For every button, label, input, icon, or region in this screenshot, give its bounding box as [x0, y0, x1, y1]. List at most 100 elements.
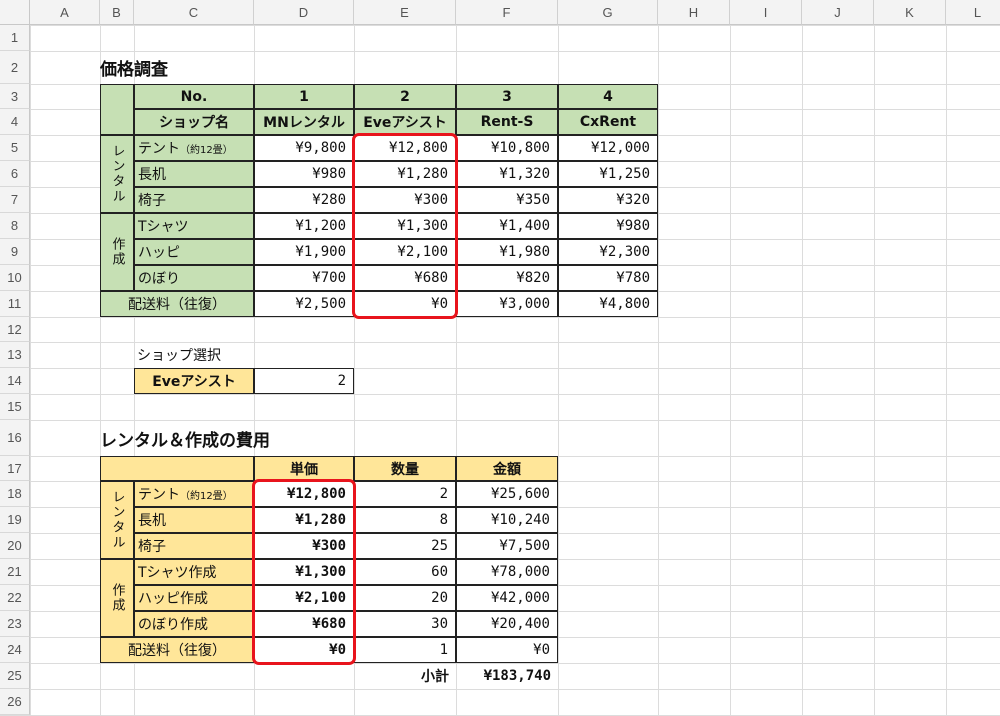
row-header-2[interactable]: 2	[0, 51, 30, 84]
row-header-6[interactable]: 6	[0, 161, 30, 187]
shipping-price-cell[interactable]: ¥0	[354, 291, 456, 317]
row-header-14[interactable]: 14	[0, 368, 30, 394]
cost-header[interactable]: 数量	[354, 456, 456, 481]
amount-cell[interactable]: ¥78,000	[456, 559, 558, 585]
column-header-F[interactable]: F	[456, 0, 558, 25]
row-header-11[interactable]: 11	[0, 291, 30, 317]
price-cell[interactable]: ¥1,200	[254, 213, 354, 239]
row-header-7[interactable]: 7	[0, 187, 30, 213]
item-name[interactable]: Tシャツ	[134, 213, 254, 239]
cost-item-name[interactable]: 長机	[134, 507, 254, 533]
row-header-3[interactable]: 3	[0, 84, 30, 109]
row-header-15[interactable]: 15	[0, 394, 30, 420]
column-header-C[interactable]: C	[134, 0, 254, 25]
row-header-22[interactable]: 22	[0, 585, 30, 611]
row-header-19[interactable]: 19	[0, 507, 30, 533]
cost-group-rental-label[interactable]: レンタル	[100, 481, 134, 559]
column-header-H[interactable]: H	[658, 0, 730, 25]
quantity-cell[interactable]: 20	[354, 585, 456, 611]
select-all-corner[interactable]	[0, 0, 30, 25]
shop-number[interactable]: 3	[456, 84, 558, 109]
row-header-18[interactable]: 18	[0, 481, 30, 507]
item-name[interactable]: 長机	[134, 161, 254, 187]
item-name[interactable]: テント （約12畳）	[134, 135, 254, 161]
cost-corner-cell[interactable]	[100, 456, 254, 481]
price-cell[interactable]: ¥280	[254, 187, 354, 213]
unit-price-cell[interactable]: ¥2,100	[254, 585, 354, 611]
shop-select-input[interactable]: 2	[254, 368, 354, 394]
price-cell[interactable]: ¥2,100	[354, 239, 456, 265]
price-cell[interactable]: ¥1,250	[558, 161, 658, 187]
column-header-D[interactable]: D	[254, 0, 354, 25]
cost-item-name[interactable]: Tシャツ作成	[134, 559, 254, 585]
no-label[interactable]: No.	[134, 84, 254, 109]
spreadsheet-grid[interactable]: A B C D E F G H I J K L 1 2 3 4 5 6 7 8 9 10 11 12 13 14 15 16 17 18 1…	[0, 0, 1000, 716]
price-cell[interactable]: ¥12,000	[558, 135, 658, 161]
price-cell[interactable]: ¥1,400	[456, 213, 558, 239]
amount-cell[interactable]: ¥0	[456, 637, 558, 663]
shop-name[interactable]: CxRent	[558, 109, 658, 135]
price-cell[interactable]: ¥700	[254, 265, 354, 291]
price-cell[interactable]: ¥680	[354, 265, 456, 291]
shop-number[interactable]: 2	[354, 84, 456, 109]
shop-name[interactable]: Eveアシスト	[354, 109, 456, 135]
quantity-cell[interactable]: 25	[354, 533, 456, 559]
price-cell[interactable]: ¥1,300	[354, 213, 456, 239]
shipping-price-cell[interactable]: ¥4,800	[558, 291, 658, 317]
column-header-J[interactable]: J	[802, 0, 874, 25]
quantity-cell[interactable]: 2	[354, 481, 456, 507]
column-header-B[interactable]: B	[100, 0, 134, 25]
row-header-16[interactable]: 16	[0, 420, 30, 456]
price-cell[interactable]: ¥9,800	[254, 135, 354, 161]
column-header-I[interactable]: I	[730, 0, 802, 25]
cost-header[interactable]: 金額	[456, 456, 558, 481]
price-cell[interactable]: ¥980	[254, 161, 354, 187]
price-cell[interactable]: ¥1,280	[354, 161, 456, 187]
cost-shipping-label[interactable]: 配送料（往復）	[100, 637, 254, 663]
row-header-5[interactable]: 5	[0, 135, 30, 161]
row-header-13[interactable]: 13	[0, 342, 30, 368]
survey-corner-cell[interactable]	[100, 84, 134, 135]
cost-item-name[interactable]: 椅子	[134, 533, 254, 559]
column-header-E[interactable]: E	[354, 0, 456, 25]
quantity-cell[interactable]: 1	[354, 637, 456, 663]
column-header-L[interactable]: L	[946, 0, 1000, 25]
unit-price-cell[interactable]: ¥1,280	[254, 507, 354, 533]
price-cell[interactable]: ¥1,900	[254, 239, 354, 265]
cost-title[interactable]: レンタル＆作成の費用	[100, 420, 558, 456]
price-cell[interactable]: ¥1,980	[456, 239, 558, 265]
subtotal-label[interactable]: 小計	[354, 663, 456, 689]
unit-price-cell[interactable]: ¥12,800	[254, 481, 354, 507]
amount-cell[interactable]: ¥42,000	[456, 585, 558, 611]
unit-price-cell[interactable]: ¥0	[254, 637, 354, 663]
group-rental-label[interactable]: レンタル	[100, 135, 134, 213]
shipping-price-cell[interactable]: ¥2,500	[254, 291, 354, 317]
shop-number[interactable]: 4	[558, 84, 658, 109]
shipping-label[interactable]: 配送料（往復）	[100, 291, 254, 317]
item-name[interactable]: 椅子	[134, 187, 254, 213]
column-header-K[interactable]: K	[874, 0, 946, 25]
row-header-12[interactable]: 12	[0, 317, 30, 342]
row-header-17[interactable]: 17	[0, 456, 30, 481]
price-cell[interactable]: ¥350	[456, 187, 558, 213]
amount-cell[interactable]: ¥10,240	[456, 507, 558, 533]
price-cell[interactable]: ¥10,800	[456, 135, 558, 161]
quantity-cell[interactable]: 30	[354, 611, 456, 637]
shop-select-label[interactable]: ショップ選択	[134, 342, 354, 368]
row-header-23[interactable]: 23	[0, 611, 30, 637]
unit-price-cell[interactable]: ¥1,300	[254, 559, 354, 585]
cost-item-name[interactable]: テント （約12畳）	[134, 481, 254, 507]
selected-shop-name[interactable]: Eveアシスト	[134, 368, 254, 394]
price-cell[interactable]: ¥2,300	[558, 239, 658, 265]
survey-title[interactable]: 価格調査	[100, 51, 658, 84]
shop-name[interactable]: MNレンタル	[254, 109, 354, 135]
price-cell[interactable]: ¥820	[456, 265, 558, 291]
quantity-cell[interactable]: 8	[354, 507, 456, 533]
cost-item-name[interactable]: のぼり作成	[134, 611, 254, 637]
row-header-25[interactable]: 25	[0, 663, 30, 689]
price-cell[interactable]: ¥12,800	[354, 135, 456, 161]
shop-name[interactable]: Rent-S	[456, 109, 558, 135]
column-header-A[interactable]: A	[30, 0, 100, 25]
subtotal-value[interactable]: ¥183,740	[456, 663, 558, 689]
price-cell[interactable]: ¥320	[558, 187, 658, 213]
